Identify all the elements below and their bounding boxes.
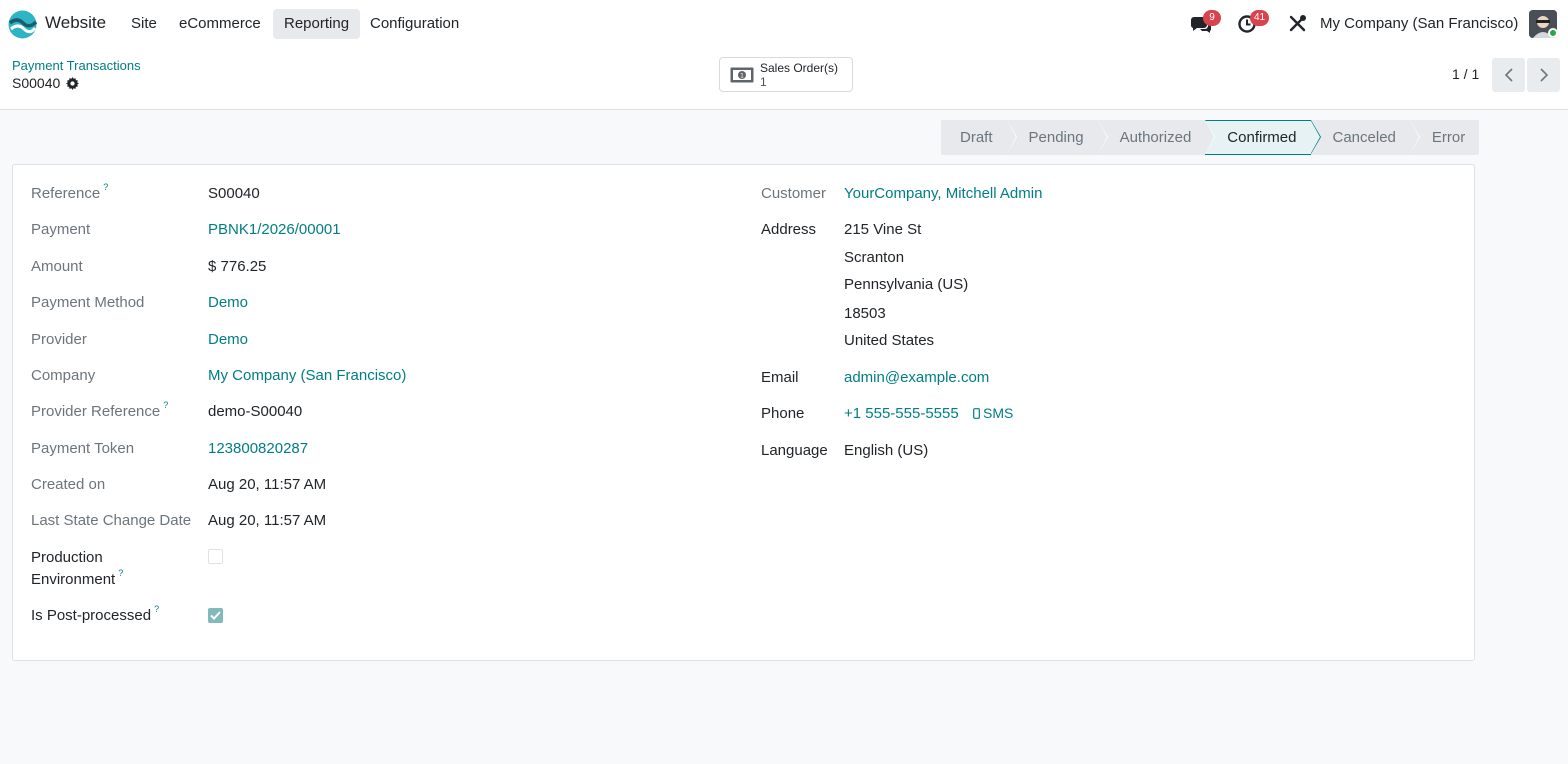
address-state: Pennsylvania (US) bbox=[844, 276, 969, 293]
label-production-env-line1: Production bbox=[31, 549, 103, 566]
link-phone[interactable]: +1 555-555-5555 bbox=[844, 405, 959, 422]
menu-site[interactable]: Site bbox=[120, 9, 168, 39]
label-payment: Payment bbox=[31, 221, 91, 238]
help-icon[interactable]: ? bbox=[163, 400, 168, 410]
link-provider[interactable]: Demo bbox=[208, 331, 248, 348]
value-amount: $ 776.25 bbox=[208, 258, 267, 275]
stage-canceled[interactable]: Canceled bbox=[1310, 120, 1421, 155]
value-language: English (US) bbox=[844, 442, 929, 459]
svg-text:1: 1 bbox=[740, 73, 744, 80]
control-panel: Payment Transactions S00040 1 Sales Orde… bbox=[0, 47, 1568, 110]
chevron-left-icon bbox=[1504, 68, 1513, 82]
pager-next-button[interactable] bbox=[1527, 58, 1560, 92]
label-language: Language bbox=[761, 442, 828, 459]
link-company[interactable]: My Company (San Francisco) bbox=[208, 367, 406, 384]
value-last-state-change: Aug 20, 11:57 AM bbox=[208, 512, 327, 529]
label-address: Address bbox=[761, 221, 817, 238]
address-country: United States bbox=[844, 332, 935, 349]
label-is-post-processed: Is Post-processed? bbox=[31, 604, 160, 624]
label-created-on: Created on bbox=[31, 476, 106, 493]
menu-ecommerce[interactable]: eCommerce bbox=[168, 9, 272, 39]
help-icon[interactable]: ? bbox=[103, 182, 108, 192]
messages-badge: 9 bbox=[1203, 10, 1221, 26]
address-zip: 18503 bbox=[844, 305, 886, 322]
label-last-state-change: Last State Change Date bbox=[31, 512, 192, 529]
mobile-phone-icon bbox=[973, 407, 980, 419]
post-processed-checkbox[interactable] bbox=[208, 608, 223, 623]
link-email[interactable]: admin@example.com bbox=[844, 369, 989, 386]
checkmark-icon bbox=[210, 611, 221, 620]
label-email: Email bbox=[761, 369, 799, 386]
form-sheet: Reference? S00040 Payment PBNK1/2026/000… bbox=[12, 164, 1475, 661]
status-bar: Draft Pending Authorized Confirmed Cance… bbox=[941, 120, 1480, 155]
label-provider: Provider bbox=[31, 331, 87, 348]
stage-draft[interactable]: Draft bbox=[941, 120, 1016, 155]
label-company: Company bbox=[31, 367, 96, 384]
help-icon[interactable]: ? bbox=[118, 568, 123, 578]
label-provider-reference: Provider Reference? bbox=[31, 400, 169, 420]
value-provider-reference: demo-S00040 bbox=[208, 403, 303, 420]
company-switcher[interactable]: My Company (San Francisco) bbox=[1320, 15, 1518, 32]
smart-button-label: Sales Order(s) bbox=[760, 61, 839, 75]
label-reference: Reference? bbox=[31, 182, 109, 202]
money-icon: 1 bbox=[730, 67, 754, 83]
chevron-right-icon bbox=[1539, 68, 1548, 82]
address-city: Scranton bbox=[844, 249, 905, 266]
link-customer[interactable]: YourCompany, Mitchell Admin bbox=[844, 185, 1042, 202]
stage-error[interactable]: Error bbox=[1409, 120, 1480, 155]
menu-configuration[interactable]: Configuration bbox=[359, 9, 470, 39]
label-amount: Amount bbox=[31, 258, 83, 275]
value-reference: S00040 bbox=[208, 185, 260, 202]
help-icon[interactable]: ? bbox=[154, 604, 159, 614]
breadcrumb-payment-transactions[interactable]: Payment Transactions bbox=[12, 58, 141, 73]
menu-reporting[interactable]: Reporting bbox=[273, 9, 361, 39]
label-phone: Phone bbox=[761, 405, 805, 422]
pager-value[interactable]: 1 / 1 bbox=[1452, 66, 1479, 82]
address-street: 215 Vine St bbox=[844, 221, 922, 238]
label-production-env-line2: Environment? bbox=[31, 568, 124, 588]
link-payment[interactable]: PBNK1/2026/00001 bbox=[208, 221, 341, 238]
sales-orders-smart-button[interactable]: 1 Sales Order(s) 1 bbox=[719, 57, 853, 92]
label-payment-method: Payment Method bbox=[31, 294, 145, 311]
link-payment-token[interactable]: 123800820287 bbox=[208, 440, 308, 457]
sms-button[interactable]: SMS bbox=[973, 405, 1013, 421]
stage-authorized[interactable]: Authorized bbox=[1097, 120, 1215, 155]
gear-icon[interactable] bbox=[66, 76, 80, 90]
production-environment-checkbox[interactable] bbox=[208, 549, 223, 564]
debug-tools-icon[interactable] bbox=[1288, 14, 1307, 33]
online-status-dot bbox=[1548, 28, 1558, 38]
label-customer: Customer bbox=[761, 185, 827, 202]
record-title: S00040 bbox=[12, 75, 80, 91]
link-payment-method[interactable]: Demo bbox=[208, 294, 248, 311]
app-name[interactable]: Website bbox=[45, 13, 106, 33]
smart-button-value: 1 bbox=[760, 75, 767, 89]
value-created-on: Aug 20, 11:57 AM bbox=[208, 476, 327, 493]
pager-previous-button[interactable] bbox=[1492, 58, 1525, 92]
activities-badge: 41 bbox=[1250, 10, 1270, 26]
top-navbar: Website Site eCommerce Reporting Configu… bbox=[0, 0, 1568, 47]
website-app-icon[interactable] bbox=[8, 10, 37, 39]
stage-pending[interactable]: Pending bbox=[1006, 120, 1108, 155]
stage-confirmed[interactable]: Confirmed bbox=[1205, 120, 1321, 155]
label-payment-token: Payment Token bbox=[31, 440, 135, 457]
record-name: S00040 bbox=[12, 75, 61, 91]
